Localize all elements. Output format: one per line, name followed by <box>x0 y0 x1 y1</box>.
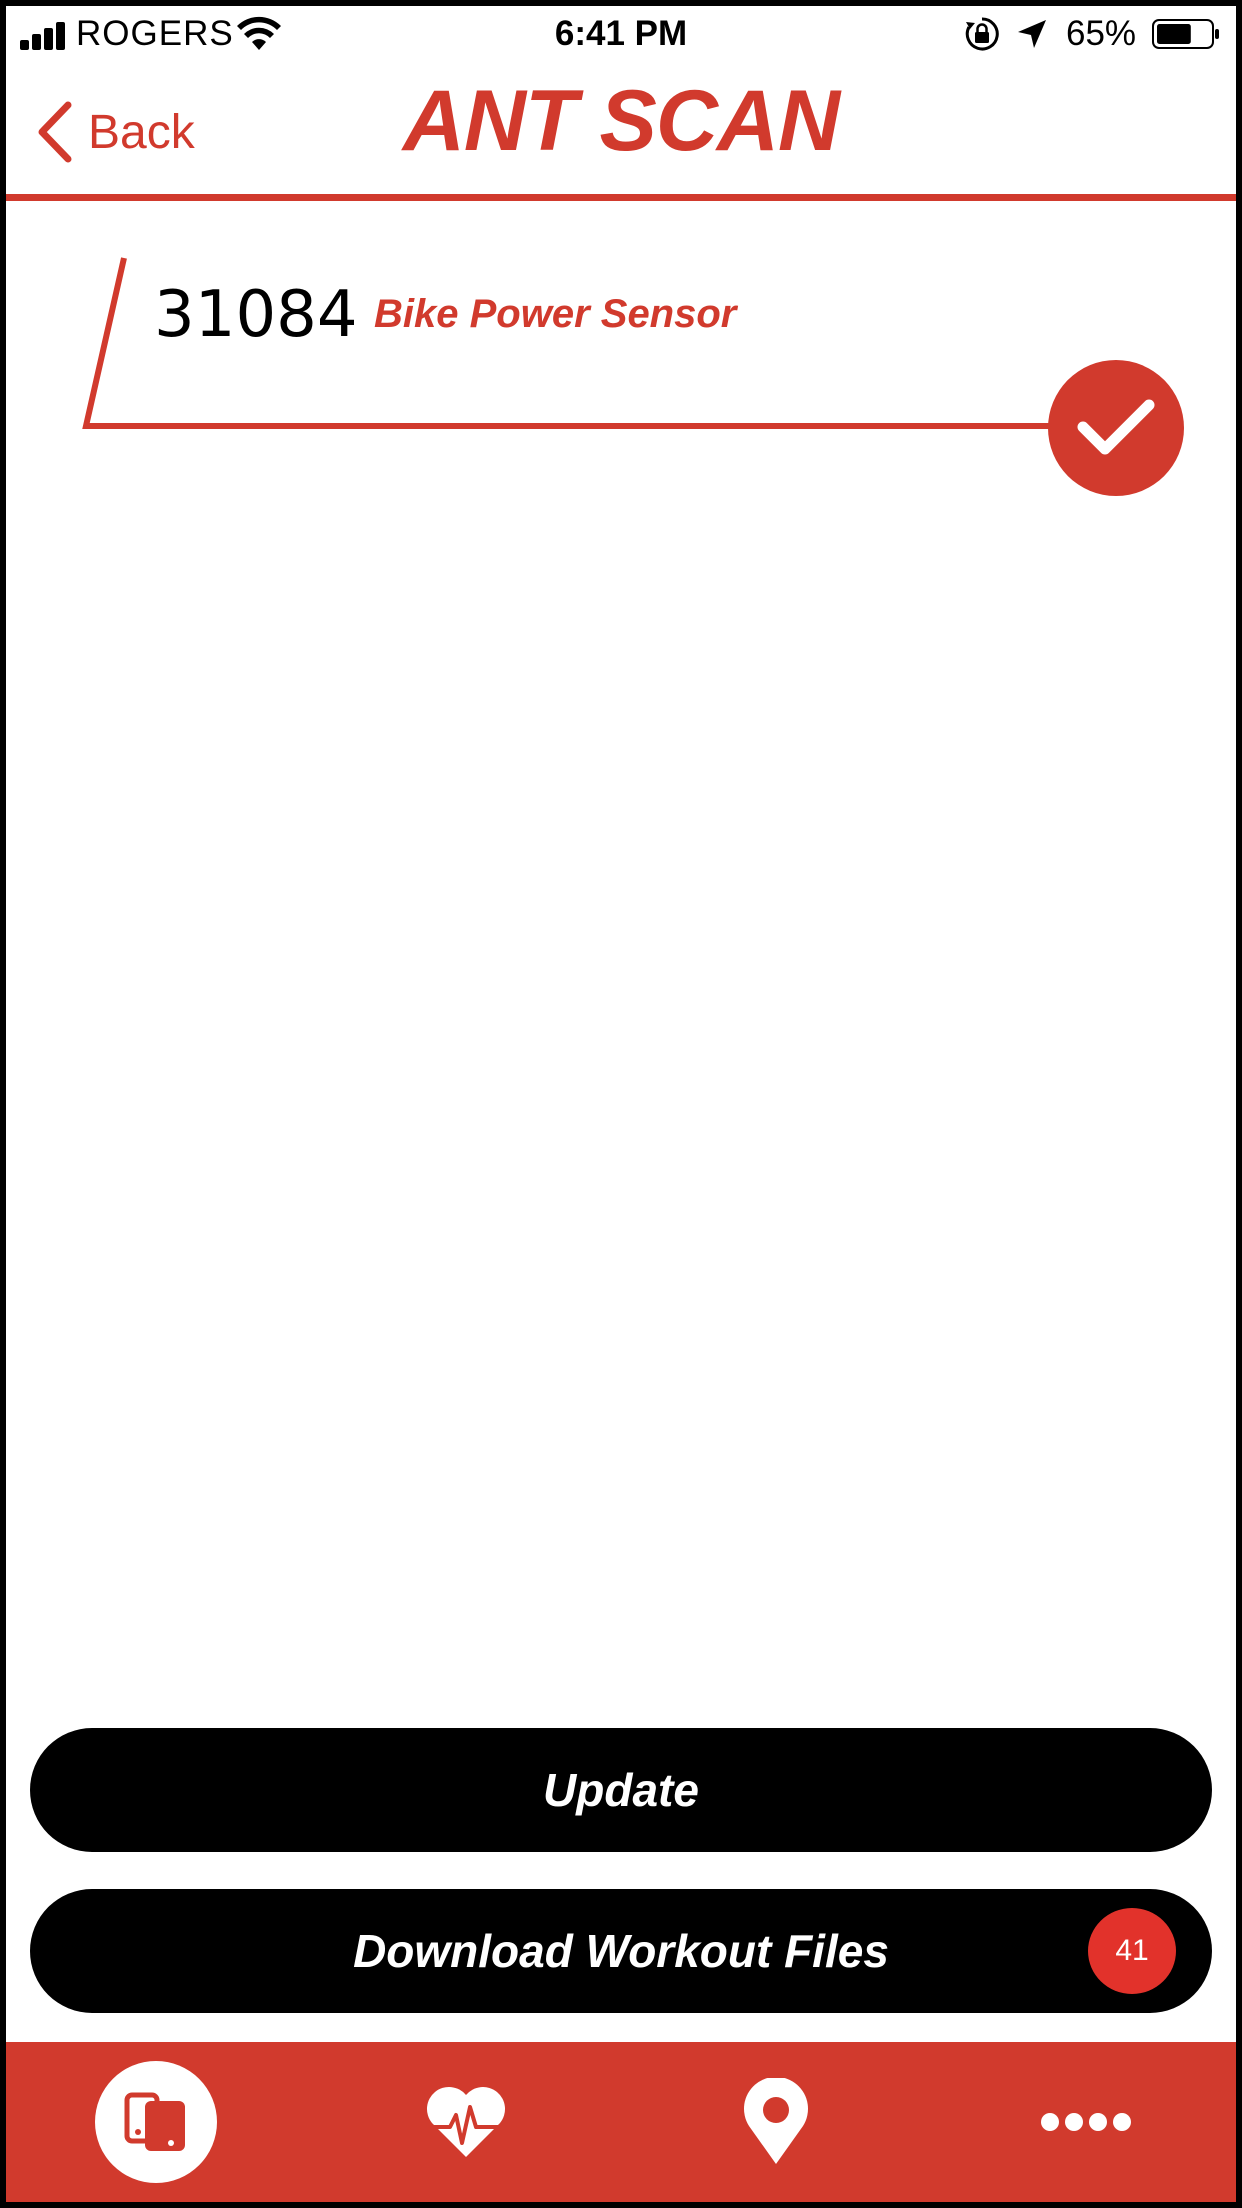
tab-heart-rate[interactable] <box>366 2042 566 2202</box>
update-button[interactable]: Update <box>30 1728 1212 1852</box>
device-id: 31084 <box>154 278 358 352</box>
battery-percentage: 65% <box>1066 14 1137 53</box>
page-title: ANT SCAN <box>402 73 840 169</box>
download-button-label: Download Workout Files <box>353 1925 889 1977</box>
update-button-label: Update <box>543 1764 699 1816</box>
status-bar: ROGERS 6:41 PM 65% <box>6 6 1236 60</box>
download-count-badge: 41 <box>1088 1908 1176 1994</box>
map-pin-icon <box>744 2078 808 2164</box>
device-type: Bike Power Sensor <box>374 292 737 336</box>
tab-devices[interactable] <box>56 2042 256 2202</box>
download-workout-files-button[interactable]: Download Workout Files 41 <box>30 1889 1212 2013</box>
location-arrow-icon <box>1018 20 1046 48</box>
rotation-lock-icon <box>965 17 999 51</box>
devices-icon <box>124 2092 185 2151</box>
more-dots-icon <box>1041 2113 1131 2131</box>
tab-map[interactable] <box>676 2042 876 2202</box>
nav-divider <box>6 194 1236 201</box>
checkmark-icon <box>1077 399 1155 455</box>
device-list-item[interactable]: 31084 Bike Power Sensor <box>76 250 1186 500</box>
battery-icon <box>1152 19 1219 49</box>
navigation-bar: Back ANT SCAN <box>6 60 1236 201</box>
app-screen: ROGERS 6:41 PM 65% Back ANT SCAN 31084 B… <box>6 6 1236 2202</box>
active-tab-indicator <box>95 2061 217 2183</box>
selected-checkmark[interactable] <box>1048 360 1184 496</box>
status-time: 6:41 PM <box>554 14 688 53</box>
heart-rate-icon <box>426 2086 506 2157</box>
tab-more[interactable] <box>986 2042 1186 2202</box>
device-frame: ROGERS 6:41 PM 65% Back ANT SCAN 31084 B… <box>0 0 1242 2208</box>
tab-bar <box>6 2042 1236 2202</box>
